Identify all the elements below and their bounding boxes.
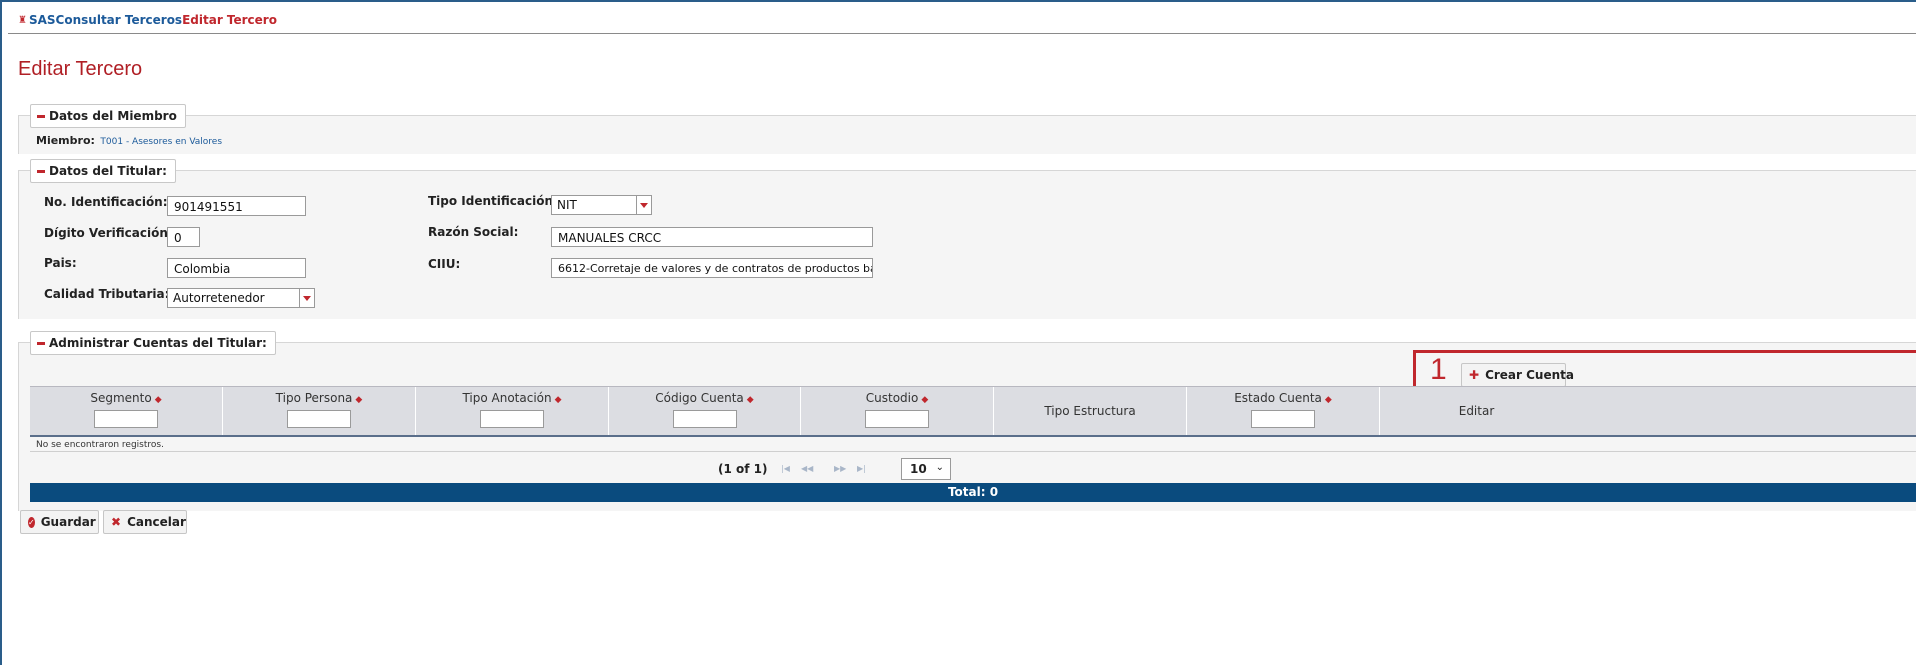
col-editar: Editar — [1458, 404, 1495, 418]
miembro-label: Miembro: — [36, 134, 95, 147]
filter-tipo-persona-input[interactable] — [287, 410, 351, 428]
collapse-icon — [37, 169, 45, 173]
guardar-button[interactable]: ✓ Guardar — [20, 510, 99, 534]
dropdown-arrow-icon[interactable] — [299, 289, 314, 307]
empty-message: No se encontraron registros. — [36, 440, 164, 450]
sort-icon[interactable]: ◆ — [155, 395, 162, 405]
digito-verificacion-input[interactable]: 0 — [167, 227, 200, 247]
sort-icon[interactable]: ◆ — [355, 395, 362, 405]
miembro-fieldset — [18, 115, 1916, 154]
digito-verificacion-label: Dígito Verificación: — [44, 226, 173, 240]
no-identificacion-label: No. Identificación: — [44, 195, 168, 209]
col-tipo-persona[interactable]: Tipo Persona ◆ — [223, 387, 416, 435]
breadcrumb-sas[interactable]: SAS — [29, 13, 56, 27]
calidad-tributaria-select[interactable]: Autorretenedor — [167, 288, 315, 308]
rows-per-page-select[interactable]: 10 ⌄ — [901, 458, 951, 480]
first-page-icon[interactable]: |◀ — [781, 464, 790, 473]
miembro-value: T001 - Asesores en Valores — [100, 137, 223, 147]
col-tipo-estructura: Tipo Estructura — [994, 387, 1187, 435]
cancelar-button[interactable]: ✖ Cancelar — [103, 510, 187, 534]
cuentas-legend[interactable]: Administrar Cuentas del Titular: — [30, 331, 276, 355]
sort-icon[interactable]: ◆ — [1325, 395, 1332, 405]
calidad-tributaria-label: Calidad Tributaria: — [44, 287, 170, 301]
pais-input[interactable]: Colombia — [167, 258, 306, 278]
pais-label: Pais: — [44, 256, 77, 270]
ciiu-label: CIIU: — [428, 257, 461, 271]
col-tipo-anotacion[interactable]: Tipo Anotación ◆ — [416, 387, 609, 435]
next-page-icon[interactable]: ▶▶ — [834, 464, 846, 473]
breadcrumb-current: Editar Tercero — [182, 13, 277, 27]
callout-number: 1 — [1430, 353, 1447, 386]
chevron-down-icon: ⌄ — [935, 462, 944, 473]
filter-custodio-input[interactable] — [865, 410, 929, 428]
prev-page-icon[interactable]: ◀◀ — [801, 464, 813, 473]
check-circle-icon: ✓ — [28, 516, 35, 528]
page-title: Editar Tercero — [18, 58, 143, 80]
home-icon[interactable]: ♜ — [18, 15, 27, 26]
col-estado-cuenta[interactable]: Estado Cuenta ◆ — [1187, 387, 1380, 435]
filter-codigo-cuenta-input[interactable] — [672, 410, 737, 428]
tipo-identificacion-label: Tipo Identificación: — [428, 194, 558, 208]
dropdown-arrow-icon[interactable] — [636, 196, 651, 214]
collapse-icon — [37, 341, 45, 345]
filter-segmento-input[interactable] — [94, 410, 158, 428]
last-page-icon[interactable]: ▶| — [857, 464, 866, 473]
window-left-border — [0, 0, 2, 665]
col-custodio[interactable]: Custodio ◆ — [801, 387, 994, 435]
ciiu-input[interactable]: 6612-Corretaje de valores y de contratos… — [551, 258, 873, 278]
paginator: (1 of 1) |◀ ◀◀ ▶▶ ▶| 10 ⌄ — [30, 458, 1916, 482]
collapse-icon — [37, 114, 45, 118]
breadcrumb-consultar-terceros[interactable]: Consultar Terceros — [56, 13, 183, 27]
breadcrumb-divider — [8, 33, 1916, 34]
cuentas-table-header: Segmento ◆ Tipo Persona ◆ Tipo Anotación ◆ … — [30, 386, 1916, 437]
no-identificacion-input[interactable]: 901491551 — [167, 196, 306, 216]
total-bar: Total: 0 — [30, 483, 1916, 502]
miembro-legend[interactable]: Datos del Miembro — [30, 104, 186, 128]
breadcrumb: ♜ SAS Consultar Terceros Editar Tercero — [18, 13, 277, 27]
filter-tipo-anotacion-input[interactable] — [480, 410, 544, 428]
window-top-border — [0, 0, 1916, 2]
sort-icon[interactable]: ◆ — [921, 395, 928, 405]
razon-social-label: Razón Social: — [428, 225, 519, 239]
miembro-row: Miembro: T001 - Asesores en Valores — [36, 134, 222, 147]
sort-icon[interactable]: ◆ — [747, 395, 754, 405]
tipo-identificacion-select[interactable]: NIT — [551, 195, 652, 215]
titular-legend[interactable]: Datos del Titular: — [30, 159, 176, 183]
page-indicator: (1 of 1) — [718, 462, 768, 476]
col-segmento[interactable]: Segmento ◆ — [30, 387, 223, 435]
razon-social-input[interactable]: MANUALES CRCC — [551, 227, 873, 247]
filter-estado-cuenta-input[interactable] — [1251, 410, 1315, 428]
sort-icon[interactable]: ◆ — [555, 395, 562, 405]
close-icon: ✖ — [111, 515, 122, 529]
row-divider — [30, 451, 1916, 452]
col-codigo-cuenta[interactable]: Código Cuenta ◆ — [609, 387, 801, 435]
